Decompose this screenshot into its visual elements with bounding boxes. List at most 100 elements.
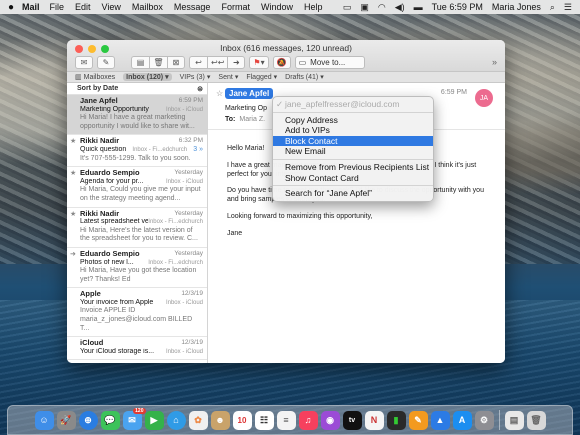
toolbar-overflow-icon[interactable]: » — [492, 57, 497, 67]
body-signoff: Jane — [227, 229, 243, 237]
contacts-icon[interactable]: ☻ — [210, 410, 230, 430]
sort-bar[interactable]: Sort by Date ⊜ — [67, 83, 207, 95]
junk-button[interactable]: ⊠ — [167, 55, 185, 69]
airplay-icon[interactable]: ▭ — [343, 2, 352, 13]
archive-button[interactable]: ▤ — [131, 55, 149, 69]
menu-format[interactable]: Format — [221, 2, 250, 12]
compose-icon: ✎ — [102, 57, 110, 67]
flag-button[interactable]: ⚑ ▾ — [249, 55, 269, 69]
to-recipient[interactable]: Maria Z. — [239, 116, 265, 123]
notes-icon[interactable]: ≡ — [276, 410, 296, 430]
menu-item-copy-address[interactable]: Copy Address — [273, 115, 433, 126]
checkmark-icon: ✓ — [276, 99, 284, 109]
list-item[interactable]: Jane Apfel 6:59 PM Marketing Opportunity I… — [67, 95, 207, 136]
menu-item-remove-recents[interactable]: Remove from Previous Recipients List — [273, 162, 433, 173]
sender-name-token[interactable]: Jane Apfel — [225, 88, 274, 99]
menu-message[interactable]: Message — [174, 2, 211, 12]
list-item[interactable]: ★ Eduardo Sempio Yesterday Agenda for you… — [67, 167, 207, 208]
list-item[interactable]: ➜ Eduardo Sempio Yesterday Photos of new … — [67, 248, 207, 289]
favorites-mailboxes[interactable]: ▥ Mailboxes — [75, 73, 115, 82]
menu-item-block-contact[interactable]: Block Contact — [273, 135, 433, 147]
sort-label: Sort by Date — [77, 85, 119, 92]
safari-icon[interactable]: ⊕ — [78, 410, 98, 430]
message-subject: Photos of new l... — [80, 258, 134, 266]
reply-button[interactable]: ↩ — [189, 55, 207, 69]
menu-view[interactable]: View — [102, 2, 121, 12]
sidebar-icon: ▥ — [75, 74, 82, 81]
system-preferences-icon[interactable]: ⚙ — [474, 410, 494, 430]
message-header-to: To: Maria Z. — [225, 116, 265, 123]
menu-user[interactable]: Maria Jones — [492, 2, 541, 12]
pages-icon[interactable]: ✎ — [408, 410, 428, 430]
menu-item-show-contact-card[interactable]: Show Contact Card — [273, 173, 433, 184]
menu-app-name[interactable]: Mail — [22, 2, 40, 12]
favorites-sent[interactable]: Sent ▾ — [218, 73, 238, 82]
messages-icon[interactable]: 💬 — [100, 410, 120, 430]
menu-item-add-to-vips[interactable]: Add to VIPs — [273, 125, 433, 136]
battery-icon[interactable]: ▬ — [414, 2, 423, 12]
calendar-icon[interactable]: 10 — [232, 410, 252, 430]
favorites-inbox[interactable]: Inbox (120) ▾ — [123, 73, 172, 81]
app-store-icon[interactable]: A — [452, 410, 472, 430]
photos-icon[interactable]: ✿ — [188, 410, 208, 430]
menu-edit[interactable]: Edit — [75, 2, 91, 12]
star-icon[interactable]: ☆ — [216, 89, 223, 98]
thread-count[interactable]: 3 » — [193, 146, 203, 155]
message-header-date: 6:59 PM — [440, 89, 467, 96]
apple-menu-icon[interactable]: ● — [0, 2, 22, 13]
keynote-icon[interactable]: ▲ — [430, 410, 450, 430]
wifi-icon[interactable]: ◠ — [378, 2, 386, 13]
menu-window[interactable]: Window — [261, 2, 293, 12]
message-date: 12/3/19 — [181, 339, 203, 347]
message-date: 6:32 PM — [178, 137, 203, 145]
favorites-flagged[interactable]: Flagged ▾ — [246, 73, 277, 82]
cast-icon[interactable]: ▣ — [360, 2, 369, 13]
launchpad-icon[interactable]: 🚀 — [56, 410, 76, 430]
reply-all-button[interactable]: ↩↩ — [207, 55, 228, 69]
chevron-down-icon: ▾ — [320, 74, 324, 81]
message-list: Sort by Date ⊜ Jane Apfel 6:59 PM Marketi… — [67, 83, 208, 363]
favorites-drafts[interactable]: Drafts (41) ▾ — [285, 73, 324, 82]
delete-button[interactable]: 🗑 — [149, 55, 167, 69]
favorites-vips[interactable]: VIPs (3) ▾ — [180, 73, 211, 82]
podcasts-icon[interactable]: ◉ — [320, 410, 340, 430]
tv-icon[interactable]: tv — [342, 410, 362, 430]
favorites-bar: ▥ Mailboxes Inbox (120) ▾ VIPs (3) ▾ Sent ▾ … — [67, 72, 505, 83]
menu-help[interactable]: Help — [304, 2, 323, 12]
message-preview: Hi Maria, Could you give me your input o… — [80, 186, 201, 202]
favorites-sent-label: Sent — [218, 73, 233, 81]
mail-badge: 120 — [133, 407, 146, 414]
get-mail-button[interactable]: ✉ — [75, 55, 93, 69]
message-mailbox: Inbox - iCloud — [165, 348, 203, 355]
music-icon[interactable]: ♫ — [298, 410, 318, 430]
numbers-icon[interactable]: ▮ — [386, 410, 406, 430]
forward-button[interactable]: ➜ — [227, 55, 246, 69]
menu-clock[interactable]: Tue 6:59 PM — [432, 2, 483, 12]
list-item[interactable]: ★ Rikki Nadir 6:32 PM Quick question Inbox… — [67, 135, 207, 168]
list-item[interactable]: iCloud 12/3/19 Your iCloud storage is... I… — [67, 337, 207, 361]
reply-group: ↩ ↩↩ ➜ — [189, 55, 246, 69]
volume-icon[interactable]: ◀) — [395, 2, 405, 13]
maps-icon[interactable]: ⌂ — [166, 410, 186, 430]
finder-icon[interactable]: ☺ — [34, 410, 54, 430]
list-item[interactable]: Apple 12/3/19 Your invoice from Apple Inbo… — [67, 288, 207, 338]
bell-mute-icon: 🔕 — [276, 57, 287, 67]
mute-button[interactable]: 🔕 — [272, 55, 291, 69]
trash-icon[interactable]: 🗑 — [526, 410, 546, 430]
mail-icon[interactable]: ✉ 120 — [122, 407, 146, 430]
menu-file[interactable]: File — [50, 2, 65, 12]
move-to-button[interactable]: ▭ Move to... — [294, 55, 365, 69]
reminders-icon[interactable]: ☷ — [254, 410, 274, 430]
list-item[interactable]: ★ Rikki Nadir Yesterday Latest spreadshee… — [67, 208, 207, 248]
menu-item-search-for[interactable]: Search for “Jane Apfel” — [273, 188, 433, 199]
control-menu-icon[interactable]: ☰ — [564, 2, 572, 13]
compose-button[interactable]: ✎ — [97, 55, 115, 69]
facetime-icon[interactable]: ▶ — [144, 410, 164, 430]
news-icon[interactable]: N — [364, 410, 384, 430]
menu-mailbox[interactable]: Mailbox — [132, 2, 163, 12]
menu-divider — [273, 111, 433, 113]
filter-icon[interactable]: ⊜ — [197, 85, 203, 93]
spotlight-icon[interactable]: ⌕ — [550, 2, 555, 13]
downloads-stack-icon[interactable]: ▤ — [504, 410, 524, 430]
menu-item-new-email[interactable]: New Email — [273, 146, 433, 157]
